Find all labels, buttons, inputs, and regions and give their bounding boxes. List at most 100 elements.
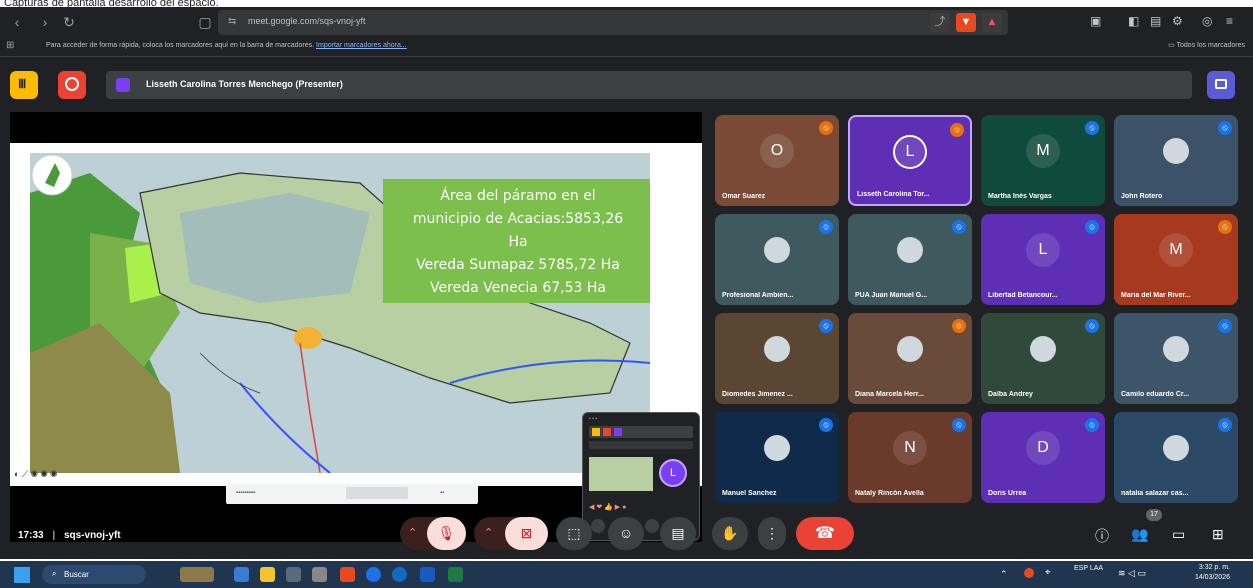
participant-tile[interactable]: M ⦸ Maria del Mar River... [1114, 214, 1238, 305]
participant-tile[interactable]: ⦸ Diana Marcela Herr... [848, 313, 972, 404]
activities-icon[interactable]: Ⅲ [10, 71, 38, 99]
people-icon[interactable]: 👥 [1131, 526, 1148, 543]
clock[interactable]: 3:32 p. m. 14/03/2026 [1180, 563, 1230, 583]
present-screen-button[interactable]: ⬚ [556, 517, 592, 550]
meet-window: Ⅲ Lisseth Carolina Torres Menchego (Pres… [0, 57, 1253, 559]
vpn-icon[interactable]: ◎ [1202, 14, 1212, 28]
site-info-icon[interactable]: ⇆ [228, 16, 236, 27]
widget-icon[interactable] [180, 567, 214, 582]
taskbar-search[interactable]: ⌕ Buscar [42, 565, 146, 584]
reload-icon[interactable]: ↻ [60, 13, 78, 31]
captions-button[interactable]: ▤ [660, 517, 696, 550]
muted-mic-icon: ⦸ [1218, 319, 1232, 333]
import-bookmarks-link[interactable]: Importar marcadores ahora... [316, 42, 407, 49]
participant-avatar [764, 336, 790, 363]
participant-tile[interactable]: ⦸ PUA Juan Manuel G... [848, 214, 972, 305]
participant-tile[interactable]: L ⦸ Libertad Betancour... [981, 214, 1105, 305]
pip-screen-thumbnail [589, 457, 653, 491]
camera-options-chevron-icon[interactable]: ⌃ [484, 526, 493, 539]
muted-mic-icon: ⦸ [1218, 220, 1232, 234]
presenter-label: Lisseth Carolina Torres Menchego (Presen… [146, 79, 343, 89]
participant-name: natalia salazar cas... [1121, 490, 1189, 497]
brave-icon[interactable] [340, 567, 355, 582]
participant-name: Diomedes Jimenez ... [722, 391, 793, 398]
meeting-time: 17:33 [18, 530, 44, 541]
chat-icon[interactable]: ▭ [1172, 526, 1185, 543]
camera-off-button[interactable]: ⊠ [505, 517, 548, 550]
slide-controls[interactable]: ◐ ⟋ ◉ ◉ ◉ [14, 469, 57, 480]
participant-tile[interactable]: N ⦸ Nataly Rincón Avella [848, 412, 972, 503]
participant-avatar: M [1159, 233, 1193, 268]
rewards-icon[interactable]: ▲ [982, 13, 1002, 32]
slide-line: Vereda Venecia 67,53 Ha [430, 280, 606, 296]
edge-icon[interactable] [392, 567, 407, 582]
participant-avatar [1163, 435, 1189, 462]
mic-off-button[interactable]: 🎙 [427, 517, 466, 550]
sidebar-toggle-icon[interactable]: ▣ [1090, 14, 1101, 28]
raise-hand-button[interactable]: ✋ [712, 517, 748, 550]
store-icon[interactable] [286, 567, 301, 582]
tabs-icon[interactable]: ▤ [1150, 14, 1161, 28]
participant-tile[interactable]: ⦸ Dalba Andrey [981, 313, 1105, 404]
stop-sharing-button[interactable] [346, 487, 408, 499]
participant-tile[interactable]: ⦸ natalia salazar cas... [1114, 412, 1238, 503]
share-icon[interactable]: ⤴ [930, 13, 950, 32]
participant-avatar: O [760, 134, 794, 169]
forward-icon[interactable]: › [36, 13, 54, 31]
participant-tile[interactable]: ⦸ Profesional Ambien... [715, 214, 839, 305]
tray-chevron-icon[interactable]: ⌃ [1000, 569, 1008, 580]
muted-mic-icon: ⦸ [819, 319, 833, 333]
tray-location-icon[interactable]: ⌖ [1045, 567, 1051, 578]
activities-grid-icon[interactable]: ⊞ [1212, 526, 1224, 543]
participant-tile[interactable]: M ⦸ Martha Inés Vargas [981, 115, 1105, 206]
all-bookmarks-folder[interactable]: ▭ Todos los marcadores [1168, 41, 1245, 49]
folder-icon: ▭ [1168, 42, 1175, 49]
participant-tile[interactable]: D ⦸ Doris Urrea [981, 412, 1105, 503]
back-icon[interactable]: ‹ [8, 13, 26, 31]
participant-tile[interactable]: ⦸ Diomedes Jimenez ... [715, 313, 839, 404]
record-icon[interactable] [58, 71, 86, 99]
muted-mic-icon: ⦸ [1085, 319, 1099, 333]
bookmark-page-icon[interactable]: ▢ [196, 13, 214, 31]
language-indicator[interactable]: ESP LAA [1074, 564, 1104, 573]
paramo-info-box: Área del páramo en el municipio de Acaci… [383, 179, 650, 303]
participant-tile[interactable]: L ⦸ Lisseth Carolina Tor... [848, 115, 972, 206]
address-text: meet.google.com/sqs-vnoj-yft [248, 16, 366, 26]
muted-mic-icon: ⦸ [1085, 121, 1099, 135]
apps-icon[interactable]: ⊞ [6, 40, 14, 51]
task-view-icon[interactable] [234, 567, 249, 582]
tray-app-icon[interactable] [1024, 568, 1034, 578]
meeting-details-icon[interactable]: ⓘ [1095, 526, 1109, 546]
chrome-icon[interactable] [366, 567, 381, 582]
address-bar[interactable]: ⇆ meet.google.com/sqs-vnoj-yft ⤴ ▼ ▲ [218, 10, 1008, 35]
word-icon[interactable] [420, 567, 435, 582]
more-options-button[interactable]: ⋮ [758, 517, 786, 550]
participant-name: Libertad Betancour... [988, 292, 1058, 299]
emoji-reaction-button[interactable]: ☺ [608, 517, 644, 550]
brave-shield-icon[interactable]: ▼ [956, 13, 976, 32]
hide-button[interactable]: ▪▪ [440, 490, 444, 496]
participant-tile[interactable]: ⦸ Manuel Sanchez [715, 412, 839, 503]
muted-mic-icon: ⦸ [1085, 220, 1099, 234]
window-icon[interactable]: ◧ [1128, 14, 1139, 28]
pip-reactions[interactable]: ◀ ❤ 👍 ▶ ● [589, 503, 693, 513]
menu-icon[interactable]: ≡ [1226, 14, 1233, 28]
participant-name: Lisseth Carolina Tor... [857, 191, 930, 198]
participant-tile[interactable]: O ⦸ Omar Suarez [715, 115, 839, 206]
map-image: Área del páramo en el municipio de Acaci… [30, 153, 650, 473]
participant-tile[interactable]: ⦸ Camilo eduardo Cr... [1114, 313, 1238, 404]
presentation-icon [116, 78, 130, 92]
present-toggle-icon[interactable] [1207, 71, 1235, 99]
file-explorer-icon[interactable] [260, 567, 275, 582]
wifi-volume-icons[interactable]: ≋ ◁ ▭ [1118, 568, 1146, 579]
extensions-icon[interactable]: ⚙ [1172, 14, 1183, 28]
excel-icon[interactable] [448, 567, 463, 582]
participant-tile[interactable]: ⦸ John Rotero [1114, 115, 1238, 206]
app-icon[interactable] [312, 567, 327, 582]
clock-time: 3:32 p. m. [1198, 564, 1230, 571]
end-call-button[interactable]: ☎ [796, 517, 854, 550]
windows-start-icon[interactable] [14, 567, 30, 583]
muted-mic-icon: ⦸ [819, 418, 833, 432]
search-label: Buscar [64, 570, 89, 579]
mic-options-chevron-icon[interactable]: ⌃ [408, 526, 417, 539]
